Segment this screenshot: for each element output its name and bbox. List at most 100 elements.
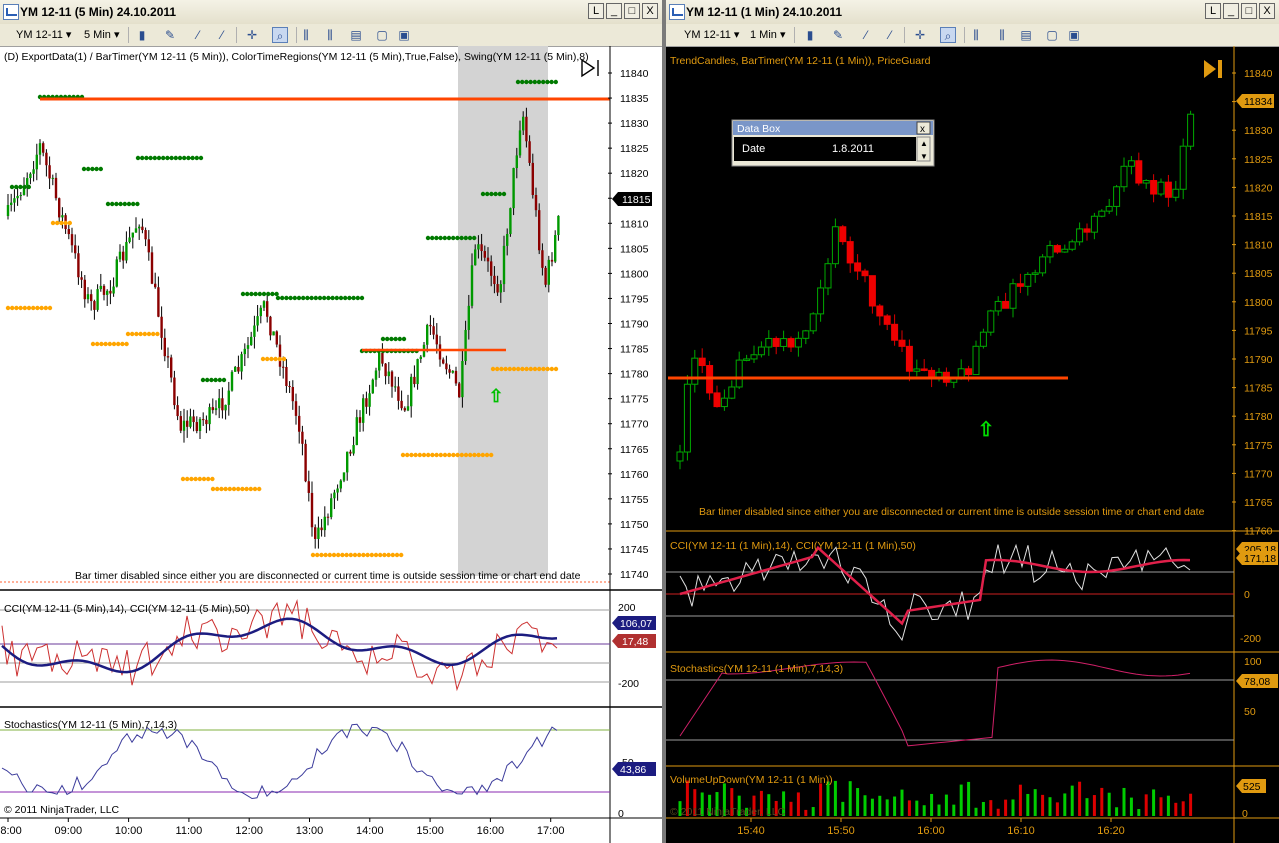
swing-dot [451,235,456,241]
chart-area-5min[interactable]: ⇧ (D) ExportData(1) / BarTimer(YM 12-11 … [0,46,662,843]
volume-panel[interactable]: VolumeUpDown(YM 12-11 (1 Min)) 525 0 © 2… [670,774,1266,820]
indicators-icon[interactable]: ⫼ [298,27,314,43]
candle-body [534,194,538,211]
candle-body [29,173,32,179]
candle-body [173,377,176,406]
swing-dot [22,184,27,190]
close-button[interactable]: X [642,3,658,19]
time-tick-label: 16:00 [477,825,505,837]
chart-style-icon[interactable]: ▮ [802,27,818,43]
swing-dot [67,220,73,226]
play-marker-bar [1218,60,1222,78]
strategies-icon[interactable]: ⫼ [994,27,1010,43]
chart-properties-icon[interactable]: ▤ [348,27,364,43]
time-tick-label: 15:00 [416,825,444,837]
chart-properties-icon[interactable]: ▤ [1018,27,1034,43]
link-button[interactable]: L [1205,3,1221,19]
candle-body [403,408,406,411]
wand-icon[interactable]: ⁄ [858,27,874,43]
swing-dot [334,295,339,301]
swing-dot [340,552,345,558]
volume-bar [996,808,1000,816]
swing-dot [26,305,32,311]
close-button[interactable]: X [1259,3,1275,19]
time-tick-label: 09:00 [55,825,83,837]
candle-body [861,270,869,277]
maximize-button[interactable]: □ [624,3,640,19]
chart-style-icon[interactable]: ▮ [134,27,150,43]
swing-dot [401,336,407,342]
cci-panel[interactable]: CCI(YM 12-11 (1 Min),14), CCI(YM 12-11 (… [666,540,1278,645]
crosshair-icon[interactable]: ✛ [244,27,260,43]
candle-body [304,443,307,482]
candle-body [74,245,77,254]
swing-dot [126,201,132,207]
swing-dot [463,235,468,241]
price-axis[interactable]: 1184011835118301182511820118151181011805… [1232,68,1273,538]
interval-selector[interactable]: 1 Min ▾ [750,27,785,43]
candle-body [13,198,16,203]
candle-body [846,241,854,264]
price-tick-label: 11775 [1244,440,1273,452]
link-button[interactable]: L [588,3,604,19]
scroll-down-icon[interactable]: ▼ [920,152,928,161]
indicators-icon[interactable]: ⫼ [968,27,984,43]
swing-dot [326,295,331,301]
strategies-icon[interactable]: ⫼ [322,27,338,43]
maximize-button[interactable]: □ [1241,3,1257,19]
stochastics-panel[interactable]: Stochastics(YM 12-11 (5 Min),7,14,3) 50 … [0,719,656,820]
swing-dot [545,79,550,85]
price-tick-label: 11765 [620,444,649,456]
volume-bar [1122,787,1126,816]
instrument-selector[interactable]: YM 12-11 ▾ [16,27,71,43]
swing-dot [98,166,104,172]
swing-dot [277,356,282,362]
time-tick-label: 16:00 [917,825,945,837]
time-axis[interactable]: 15:40 15:50 16:00 16:10 16:20 [737,818,1125,837]
hide-drawings-icon[interactable]: ⁄ [214,27,230,43]
pencil-icon[interactable]: ✎ [162,27,178,43]
price-axis[interactable]: 1184011835118301182511820118151181011805… [608,68,649,581]
data-box-window[interactable]: Data Box x Date 1.8.2011 ▲ ▼ [731,119,935,167]
candle-body [365,398,368,407]
pencil-icon[interactable]: ✎ [830,27,846,43]
scroll-up-icon[interactable]: ▲ [920,139,928,148]
zoom-icon[interactable]: ⌕ [272,27,288,43]
swing-dot [330,295,335,301]
interval-selector[interactable]: 5 Min ▾ [84,27,119,43]
save-template-icon[interactable]: ▣ [1066,27,1082,43]
time-axis[interactable]: 08:00 09:00 10:00 11:00 12:00 13:00 14:00 15:00… [0,818,564,837]
save-template-icon[interactable]: ▣ [396,27,412,43]
candle-body [410,376,413,407]
hide-drawings-icon[interactable]: ⁄ [882,27,898,43]
candle-body [442,359,445,364]
price-tick-label: 11815 [1244,211,1273,223]
title-bar[interactable]: YM 12-11 (5 Min) 24.10.2011 L _ □ X [0,0,662,25]
price-tick-label: 11825 [1244,154,1273,166]
chart-window-1min[interactable]: YM 12-11 (1 Min) 24.10.2011 L _ □ X YM 1… [666,0,1279,843]
title-bar[interactable]: YM 12-11 (1 Min) 24.10.2011 L _ □ X [666,0,1279,25]
chart-area-1min[interactable]: ⇧ TrendCandles, BarTimer(YM 12-11 (1 Min… [666,46,1279,843]
volume-bar [1159,797,1163,816]
data-box-icon[interactable]: ▢ [1044,27,1060,43]
zoom-icon[interactable]: ⌕ [940,27,956,43]
swing-dot [249,291,254,297]
minimize-button[interactable]: _ [606,3,622,19]
minimize-button[interactable]: _ [1223,3,1239,19]
instrument-selector[interactable]: YM 12-11 ▾ [684,27,739,43]
price-tick-label: 11805 [1244,268,1273,280]
volume-bar [981,801,985,816]
swing-dot [169,155,174,161]
cci-panel[interactable]: CCI(YM 12-11 (5 Min),14), CCI(YM 12-11 (… [0,599,656,692]
stochastics-panel[interactable]: Stochastics(YM 12-11 (1 Min),7,14,3) 100… [666,656,1278,747]
play-marker-icon [1204,60,1216,78]
crosshair-icon[interactable]: ✛ [912,27,928,43]
volume-bar [1107,792,1111,816]
chart-window-5min[interactable]: YM 12-11 (5 Min) 24.10.2011 L _ □ X YM 1… [0,0,662,843]
candle-body [352,445,355,454]
swing-dot [357,552,362,558]
data-box-icon[interactable]: ▢ [374,27,390,43]
wand-icon[interactable]: ⁄ [190,27,206,43]
candle-body [1046,245,1054,258]
swing-dot [516,366,521,372]
